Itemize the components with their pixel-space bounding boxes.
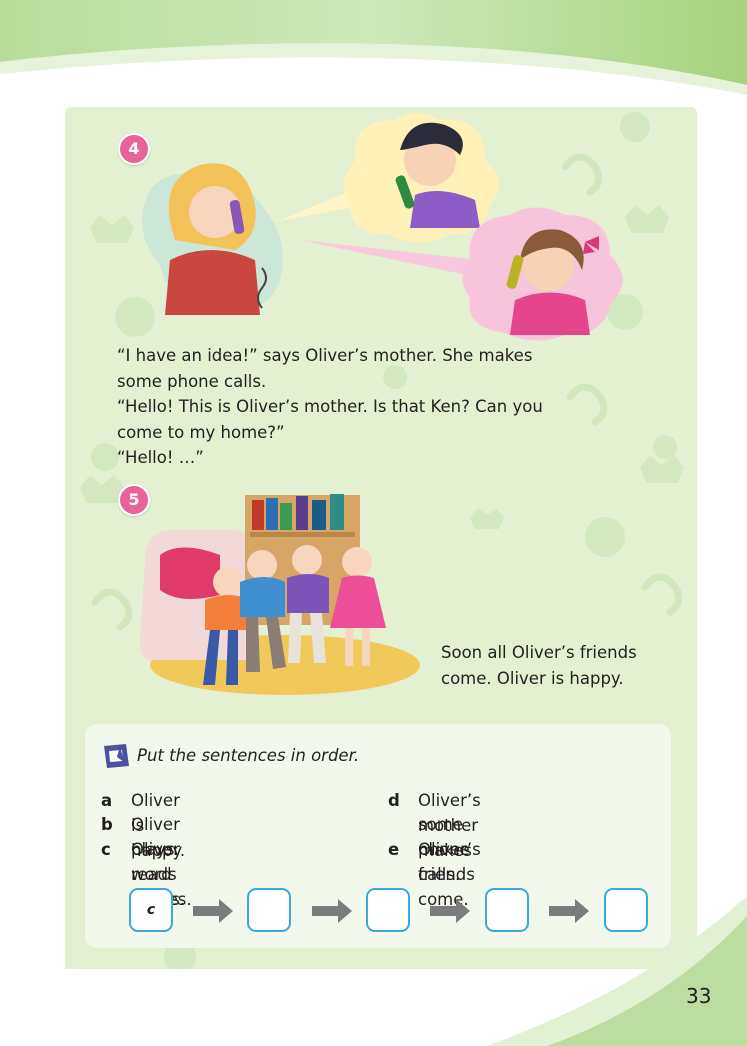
story-text-scene-4: “I have an idea!” says Oliver’s mother. …: [117, 343, 543, 471]
arrow-right-icon: [430, 899, 470, 923]
story-line: come. Oliver is happy.: [441, 668, 624, 688]
answer-box-3[interactable]: [366, 888, 410, 932]
arrow-right-icon: [312, 899, 352, 923]
story-caption-scene-5: Soon all Oliver’s friends come. Oliver i…: [441, 640, 637, 691]
pencil-note-icon: [104, 744, 129, 768]
story-line: come to my home?”: [117, 422, 285, 442]
friends-playing-illustration: [140, 494, 420, 695]
mother-illustration: [142, 163, 283, 315]
answer-box-2[interactable]: [247, 888, 291, 932]
arrow-right-icon: [193, 899, 233, 923]
sentence-letter: a: [101, 791, 113, 810]
sentence-letter: d: [388, 791, 400, 810]
story-line: Soon all Oliver’s friends: [441, 643, 637, 662]
story-line: “Hello! …”: [117, 448, 204, 467]
exercise-instruction: Put the sentences in order.: [137, 746, 360, 765]
sentence-letter: c: [101, 840, 111, 859]
story-line: some phone calls.: [117, 371, 267, 391]
page-number: 33: [686, 984, 712, 1008]
sentence-letter: b: [101, 815, 113, 834]
answer-box-1[interactable]: c: [129, 888, 173, 932]
corner-decorative-wave: [487, 896, 747, 1046]
mother-on-phone-illustration: [275, 112, 623, 341]
story-line: “I have an idea!” says Oliver’s mother. …: [117, 346, 533, 365]
story-line: “Hello! This is Oliver’s mother. Is that…: [117, 397, 543, 416]
top-decorative-band: [0, 0, 747, 95]
sentence-letter: e: [388, 840, 400, 859]
